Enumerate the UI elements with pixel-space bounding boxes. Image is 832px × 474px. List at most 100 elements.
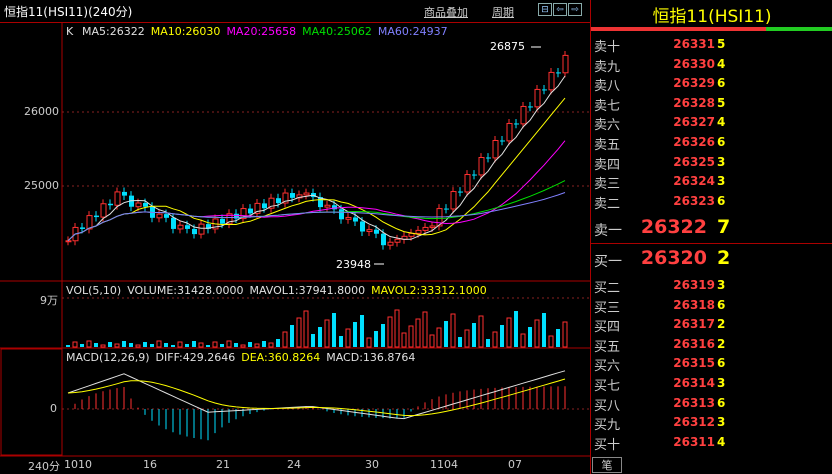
ask-row-price: 26329 bbox=[673, 76, 715, 91]
kline.ma-legend-item: MA40:25062 bbox=[302, 25, 372, 38]
ask-row[interactable]: 卖七 26328 5 bbox=[591, 94, 832, 114]
bid-row-price: 26319 bbox=[673, 278, 715, 292]
x-tick: 1104 bbox=[430, 458, 458, 471]
candle bbox=[156, 213, 163, 219]
volume-bar bbox=[478, 315, 484, 348]
candle bbox=[177, 224, 184, 230]
ask-row[interactable]: 卖十 26331 5 bbox=[591, 35, 832, 55]
x-tick: 16 bbox=[143, 458, 157, 471]
bid-row-volume: 2 bbox=[717, 336, 726, 351]
book-divider bbox=[591, 243, 832, 244]
volume-bar bbox=[394, 309, 400, 348]
ma-legend: MA5:26322 MA10:26030 MA20:25658 MA40:25062 M… bbox=[82, 25, 454, 38]
bid-row-price: 26315 bbox=[673, 356, 715, 371]
volume-bar bbox=[353, 322, 357, 347]
bid-row[interactable]: 买六 26315 6 bbox=[591, 354, 832, 374]
candle bbox=[143, 203, 148, 207]
candle bbox=[394, 238, 401, 243]
candle bbox=[86, 215, 93, 230]
tab-ticks[interactable]: 笔 bbox=[592, 457, 622, 473]
volume-bar bbox=[436, 327, 442, 348]
chart-svg bbox=[0, 22, 590, 457]
x-tick: 24 bbox=[287, 458, 301, 471]
candle bbox=[303, 192, 310, 196]
candle bbox=[220, 218, 225, 224]
volume-bar bbox=[520, 333, 526, 348]
bid-row[interactable]: 买九 26312 3 bbox=[591, 413, 832, 433]
volume-bar bbox=[262, 341, 266, 347]
ask-row[interactable]: 卖九 26330 4 bbox=[591, 55, 832, 75]
macd.legend-legend-item: DEA:360.8264 bbox=[241, 351, 321, 364]
kline-label: K bbox=[66, 25, 74, 38]
volume-bar bbox=[290, 325, 294, 347]
bid-row-volume: 4 bbox=[717, 434, 726, 449]
volume-bar bbox=[464, 329, 470, 348]
ask-row[interactable]: 卖二 26323 6 bbox=[591, 192, 832, 212]
volume-bar bbox=[303, 310, 309, 348]
y-tick-26000: 26000 bbox=[24, 105, 59, 118]
bid-row[interactable]: 买五 26316 2 bbox=[591, 335, 832, 355]
ask-row[interactable]: 卖六 26327 4 bbox=[591, 113, 832, 133]
chart-area: 恒指11(HSI11)(240分) 商品叠加 周期 ⊟ ⇦ ⇨ K MA5:26… bbox=[0, 0, 590, 474]
candle bbox=[185, 225, 190, 229]
candle bbox=[248, 208, 253, 214]
y-tick-25000: 25000 bbox=[24, 179, 59, 192]
ask-row[interactable]: 卖五 26326 6 bbox=[591, 133, 832, 153]
ask-row[interactable]: 卖八 26329 6 bbox=[591, 74, 832, 94]
bid-row-volume: 6 bbox=[717, 297, 726, 312]
ask-row[interactable]: 卖三 26324 3 bbox=[591, 172, 832, 192]
buy-ratio-bar bbox=[766, 27, 832, 31]
volume-bar bbox=[164, 343, 168, 347]
volume-bar bbox=[401, 332, 407, 348]
volume-bar bbox=[422, 311, 428, 348]
volume-bar bbox=[514, 311, 518, 347]
macd-legend: MACD(12,26,9) DIFF:429.2646 DEA:360.8264 MA… bbox=[66, 351, 421, 364]
candle bbox=[542, 89, 547, 91]
bid-row-volume: 3 bbox=[717, 415, 726, 430]
volume-bar bbox=[108, 342, 112, 347]
best-ask-row-label: 卖一 bbox=[594, 223, 622, 239]
bid-row[interactable]: 买三 26318 6 bbox=[591, 296, 832, 316]
candle bbox=[122, 191, 127, 196]
volume-bar bbox=[226, 340, 232, 348]
bid-row-label: 买八 bbox=[594, 398, 621, 414]
x-tick: 30 bbox=[365, 458, 379, 471]
low-label: 23948 bbox=[336, 258, 371, 271]
volume-bar bbox=[339, 336, 343, 347]
best-ask-row[interactable]: 卖一 26322 7 bbox=[591, 214, 832, 239]
bid-row[interactable]: 买十 26311 4 bbox=[591, 433, 832, 453]
ask-row-volume: 5 bbox=[717, 37, 726, 51]
volume-bar bbox=[129, 343, 133, 347]
candle bbox=[548, 71, 555, 91]
x-tick: 21 bbox=[216, 458, 230, 471]
volume-bar bbox=[415, 318, 421, 348]
candle bbox=[422, 226, 429, 231]
volume-bar bbox=[332, 313, 336, 347]
bid-row-price: 26316 bbox=[673, 336, 715, 351]
bid-row-price: 26318 bbox=[673, 297, 715, 312]
candle bbox=[80, 227, 85, 229]
ask-row-label: 卖七 bbox=[594, 98, 621, 114]
candle bbox=[562, 54, 569, 74]
volume-bar bbox=[212, 341, 218, 348]
volume-bar bbox=[311, 334, 315, 347]
ask-row[interactable]: 卖四 26325 3 bbox=[591, 153, 832, 173]
best-bid-row[interactable]: 买一 26320 2 bbox=[591, 245, 832, 270]
candle bbox=[135, 202, 142, 208]
bid-row[interactable]: 买七 26314 3 bbox=[591, 374, 832, 394]
ask-row-label: 卖四 bbox=[594, 157, 621, 173]
bid-row-price: 26311 bbox=[673, 434, 715, 449]
ask-row-price: 26331 bbox=[673, 37, 715, 51]
bid-row[interactable]: 买八 26313 6 bbox=[591, 394, 832, 414]
bid-row[interactable]: 买二 26319 3 bbox=[591, 276, 832, 296]
volume-bar bbox=[472, 323, 476, 347]
ma-line bbox=[67, 97, 566, 242]
volume-bar bbox=[296, 317, 302, 348]
bid-row[interactable]: 买四 26317 2 bbox=[591, 315, 832, 335]
volume-bar bbox=[381, 324, 385, 347]
order-book: 恒指11(HSI11) 卖十 26331 5 卖九 26330 4 卖八 26329 6 卖七 26… bbox=[590, 0, 832, 474]
volume-bar bbox=[185, 344, 189, 347]
volume-bar bbox=[534, 319, 540, 348]
candle bbox=[556, 72, 561, 74]
candle bbox=[100, 203, 107, 218]
